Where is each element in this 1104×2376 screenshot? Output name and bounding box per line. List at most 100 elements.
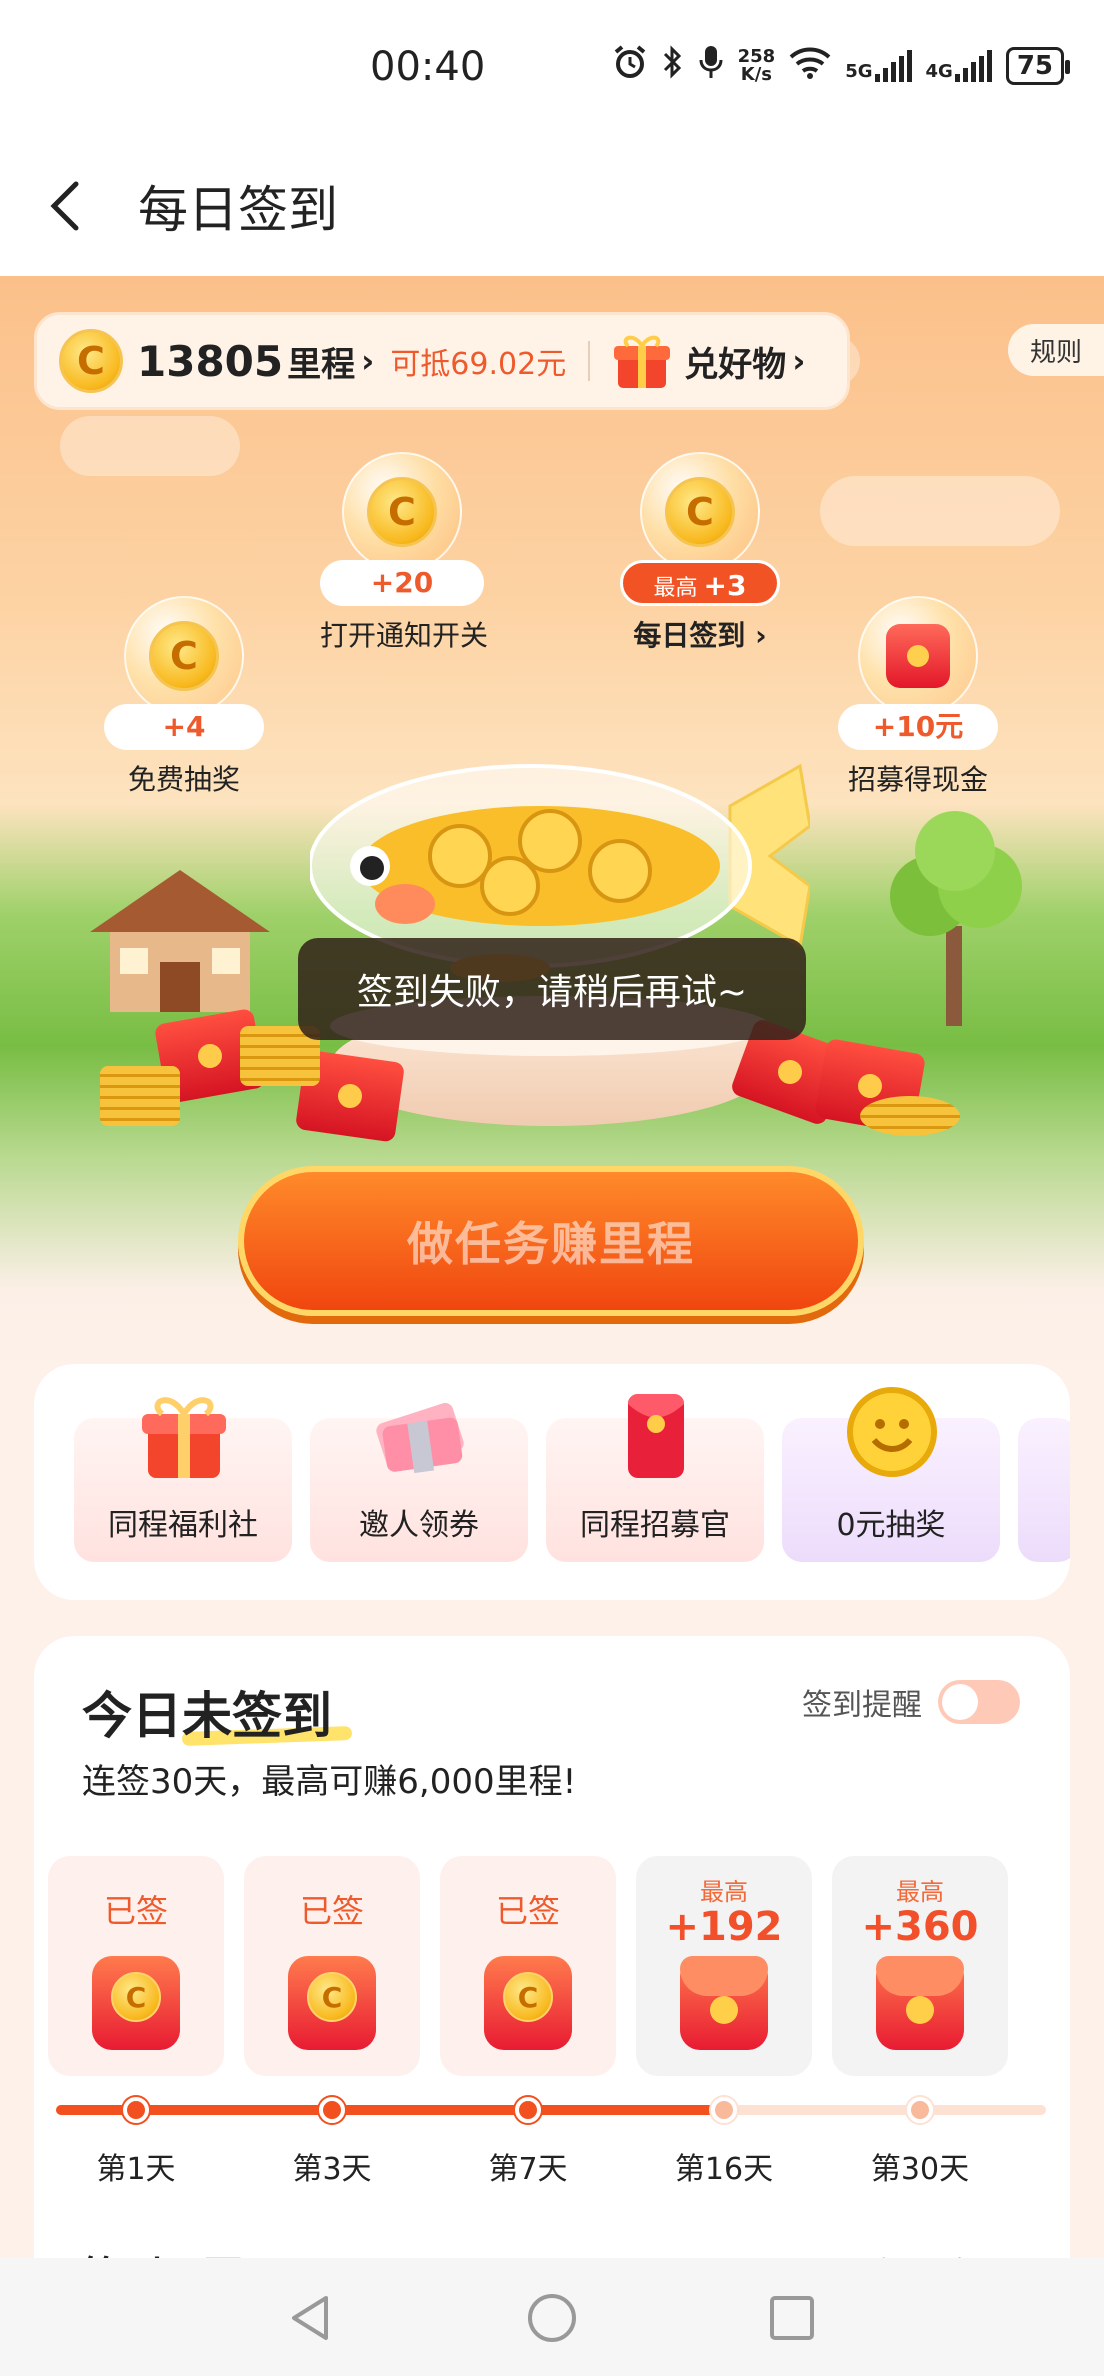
shortcut-invite-coupon[interactable]: 邀人领券 xyxy=(310,1402,528,1562)
cloud-decoration xyxy=(60,416,240,476)
sign-reminder: 签到提醒 xyxy=(802,1680,1020,1724)
progress-fill xyxy=(56,2105,740,2115)
system-nav-bar xyxy=(0,2258,1104,2376)
red-packet-coin-icon: C xyxy=(288,1956,376,2050)
rule-button[interactable]: 规则 xyxy=(1008,324,1104,376)
day-card: 最高 +192 xyxy=(636,1856,812,2076)
progress-dot xyxy=(515,2097,541,2123)
coin-icon: C xyxy=(59,329,123,393)
shortcut-free-lottery[interactable]: 0元抽奖 xyxy=(782,1387,1000,1562)
task-free-draw[interactable]: C +4 免费抽奖 xyxy=(104,596,264,798)
gift-icon xyxy=(612,332,672,390)
red-packet-icon xyxy=(628,1393,684,1478)
deduct-value: 可抵69.02元 xyxy=(390,347,567,382)
task-reward: 最高 +3 xyxy=(620,560,780,606)
task-reward: +10元 xyxy=(838,704,998,750)
page-header: 每日签到 xyxy=(0,140,1104,276)
day-reward: +360 xyxy=(861,1904,979,1950)
shortcut-label: 同程招募官 xyxy=(580,1508,730,1543)
task-label: 免费抽奖 xyxy=(127,763,240,796)
task-label: 每日签到 › xyxy=(633,619,767,652)
day-label: 第30天 xyxy=(870,2152,970,2187)
shortcut-label: 邀人领券 xyxy=(359,1508,479,1543)
red-packet-coin-icon: C xyxy=(92,1956,180,2050)
day-status: 已签 xyxy=(495,1892,560,1930)
cta-label: 做任务赚里程 xyxy=(407,1217,695,1271)
page-title: 每日签到 xyxy=(138,181,338,239)
shortcut-more-peek[interactable] xyxy=(1018,1418,1070,1562)
day-card: 已签 C xyxy=(440,1856,616,2076)
task-label: 招募得现金 xyxy=(847,763,988,796)
day-label: 第1天 xyxy=(96,2152,176,2187)
cloud-decoration xyxy=(820,476,1060,546)
task-recruit-cash[interactable]: +10元 招募得现金 xyxy=(838,596,998,798)
coin-bubble-icon: C xyxy=(342,452,462,572)
progress-dot xyxy=(123,2097,149,2123)
status-bar: 00:40 258 K/s 5G 4G 75 xyxy=(0,0,1104,140)
nav-back-icon[interactable] xyxy=(282,2288,342,2348)
progress-dot xyxy=(319,2097,345,2123)
day-label: 第3天 xyxy=(292,2152,372,2187)
day-status: 已签 xyxy=(103,1892,168,1930)
sign-status-title: 今日未签到 xyxy=(82,1687,332,1745)
wifi-icon xyxy=(789,45,831,87)
red-packet-icon xyxy=(680,1956,768,2050)
day-status: 已签 xyxy=(299,1892,364,1930)
shortcut-row: 同程福利社 邀人领券 同程招募官 0元抽奖 xyxy=(34,1364,1070,1600)
shortcut-label: 同程福利社 xyxy=(108,1508,258,1543)
coin-illustration xyxy=(860,1096,960,1136)
error-toast: 签到失败，请稍后再试~ xyxy=(298,938,806,1040)
shortcut-welfare[interactable]: 同程福利社 xyxy=(74,1397,292,1562)
nav-recents-icon[interactable] xyxy=(762,2288,822,2348)
signal-4g: 4G xyxy=(926,50,992,82)
day-card: 最高 +360 xyxy=(832,1856,1008,2076)
progress-dot xyxy=(907,2097,933,2123)
microphone-icon xyxy=(698,44,724,88)
nav-home-icon[interactable] xyxy=(522,2288,582,2348)
day-top-label: 最高 xyxy=(700,1878,748,1906)
ticket-icon xyxy=(376,1402,464,1474)
points-bar[interactable]: C 13805 里程 › 可抵69.02元 兑好物 › xyxy=(34,312,850,410)
battery-indicator: 75 xyxy=(1005,47,1071,85)
task-daily-sign[interactable]: C 最高 +3 每日签到 › xyxy=(620,452,780,654)
coin-stack-illustration xyxy=(100,1066,180,1126)
progress-dot xyxy=(711,2097,737,2123)
signal-5g: 5G xyxy=(845,50,912,82)
chevron-right-icon: › xyxy=(792,342,806,380)
shortcut-label: 0元抽奖 xyxy=(836,1508,946,1543)
task-reward: +20 xyxy=(320,560,484,606)
gift-box-icon xyxy=(142,1397,226,1478)
day-top-label: 最高 xyxy=(896,1878,944,1906)
day-card: 已签 C xyxy=(48,1856,224,2076)
reminder-toggle[interactable] xyxy=(938,1680,1020,1724)
chevron-right-icon: › xyxy=(361,342,375,380)
smile-coin-icon xyxy=(847,1387,937,1477)
back-button[interactable] xyxy=(40,176,100,236)
day-label: 第16天 xyxy=(674,2152,774,2187)
hero-banner: C 13805 里程 › 可抵69.02元 兑好物 › 规则 C +4 免费抽奖… xyxy=(0,276,1104,1376)
net-speed: 258 K/s xyxy=(737,46,776,85)
points-unit: 里程 xyxy=(287,344,356,385)
task-label: 打开通知开关 xyxy=(320,619,489,652)
reminder-label: 签到提醒 xyxy=(802,1688,922,1723)
earn-mileage-button[interactable]: 做任务赚里程 xyxy=(238,1166,864,1316)
red-packet-coin-icon: C xyxy=(484,1956,572,2050)
status-time: 00:40 xyxy=(370,44,486,90)
chevron-left-icon xyxy=(50,181,79,231)
task-open-notification[interactable]: C +20 打开通知开关 xyxy=(320,452,489,654)
tree-illustration xyxy=(890,811,1022,1026)
divider xyxy=(588,341,591,381)
points-value: 13805 xyxy=(137,336,284,386)
exchange-link[interactable]: 兑好物 xyxy=(684,337,786,386)
status-icons: 258 K/s 5G 4G 75 xyxy=(612,44,1071,88)
red-packet-icon xyxy=(876,1956,964,2050)
house-illustration xyxy=(90,870,270,1012)
sign-subtitle: 连签30天，最高可赚6,000里程! xyxy=(82,1762,577,1802)
day-label: 第7天 xyxy=(488,2152,568,2187)
shortcut-recruiter[interactable]: 同程招募官 xyxy=(546,1393,764,1562)
red-packet-bubble-icon xyxy=(858,596,978,716)
day-reward: +192 xyxy=(665,1904,783,1950)
day-card: 已签 C xyxy=(244,1856,420,2076)
bluetooth-icon xyxy=(662,44,684,88)
coin-bubble-icon: C xyxy=(124,596,244,716)
